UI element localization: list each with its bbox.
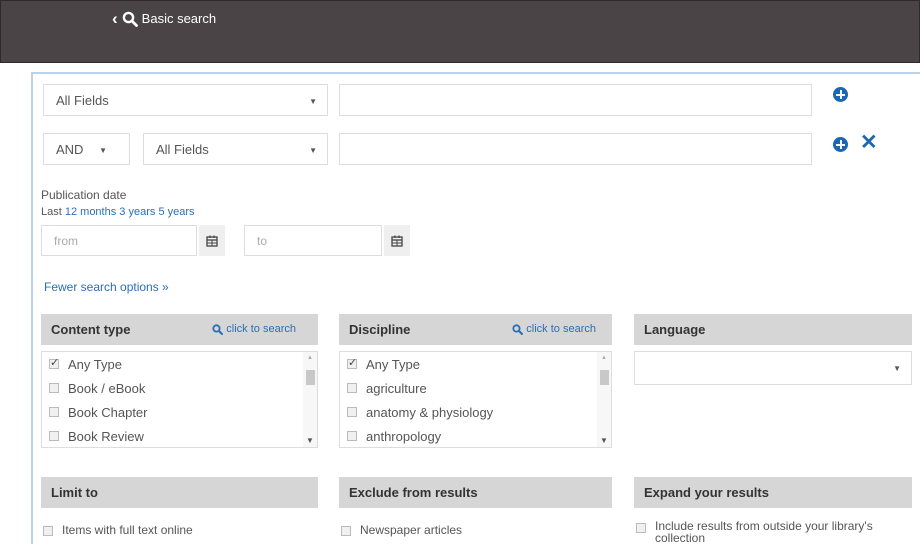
search-icon bbox=[212, 323, 224, 335]
search-icon bbox=[512, 323, 524, 335]
date-from-input[interactable]: from bbox=[41, 225, 197, 256]
list-item[interactable]: Book Review bbox=[42, 424, 317, 447]
scrollbar[interactable]: ▲ ▼ bbox=[303, 352, 317, 447]
calendar-glyph bbox=[206, 235, 218, 247]
checkbox[interactable] bbox=[43, 526, 53, 536]
list-item-label: agriculture bbox=[366, 380, 427, 396]
discipline-header: Discipline click to search bbox=[339, 314, 612, 345]
list-item[interactable]: Book Chapter bbox=[42, 400, 317, 424]
field-select-1-value: All Fields bbox=[56, 92, 109, 108]
calendar-glyph bbox=[391, 235, 403, 247]
top-bar: ‹ Basic search bbox=[0, 0, 920, 63]
last-label: Last bbox=[41, 206, 62, 218]
checkbox[interactable] bbox=[347, 383, 357, 393]
scroll-up-icon[interactable]: ▲ bbox=[307, 355, 313, 361]
checkbox[interactable] bbox=[49, 407, 59, 417]
publication-date-label: Publication date bbox=[41, 188, 127, 202]
checkbox[interactable] bbox=[347, 356, 357, 369]
exclude-title: Exclude from results bbox=[349, 485, 478, 500]
full-text-online-label: Items with full text online bbox=[62, 523, 193, 537]
list-item-label: Book Chapter bbox=[68, 404, 148, 420]
scroll-down-icon[interactable]: ▼ bbox=[306, 436, 314, 445]
checkbox[interactable] bbox=[341, 526, 351, 536]
exclude-header: Exclude from results bbox=[339, 477, 612, 508]
list-item[interactable]: agriculture bbox=[340, 376, 611, 400]
list-item-label: anatomy & physiology bbox=[366, 404, 494, 420]
fewer-search-options-link[interactable]: Fewer search options » bbox=[44, 280, 169, 294]
checkbox[interactable] bbox=[347, 407, 357, 417]
language-header: Language bbox=[634, 314, 912, 345]
checkbox[interactable] bbox=[347, 431, 357, 441]
basic-search-label: Basic search bbox=[141, 11, 217, 26]
list-item[interactable]: anatomy & physiology bbox=[340, 400, 611, 424]
date-to-input[interactable]: to bbox=[244, 225, 382, 256]
language-title: Language bbox=[644, 322, 706, 337]
last-3-years-link[interactable]: 3 years bbox=[119, 206, 155, 218]
remove-row-icon[interactable]: ✕ bbox=[860, 132, 878, 153]
newspaper-articles-option[interactable]: Newspaper articles bbox=[341, 523, 609, 537]
operator-select[interactable]: AND ▼ bbox=[43, 133, 130, 165]
basic-search-link[interactable]: ‹ Basic search bbox=[112, 10, 216, 27]
calendar-icon[interactable] bbox=[199, 225, 225, 256]
list-item-label: Any Type bbox=[366, 356, 420, 372]
field-select-2-value: All Fields bbox=[156, 141, 209, 157]
content-type-search-link[interactable]: click to search bbox=[212, 323, 296, 335]
content-type-header: Content type click to search bbox=[41, 314, 318, 345]
outside-collection-label: Include results from outside your librar… bbox=[655, 519, 873, 544]
list-item-label: Book Review bbox=[68, 428, 144, 444]
list-item-label: anthropology bbox=[366, 428, 442, 444]
checkbox[interactable] bbox=[49, 356, 59, 369]
limit-to-title: Limit to bbox=[51, 485, 98, 500]
list-item[interactable]: Book / eBook bbox=[42, 376, 317, 400]
language-select[interactable]: ▼ bbox=[634, 351, 912, 385]
caret-down-icon: ▼ bbox=[99, 146, 107, 155]
field-select-2[interactable]: All Fields ▼ bbox=[143, 133, 328, 165]
last-12-months-link[interactable]: 12 months bbox=[65, 206, 116, 218]
discipline-list[interactable]: Any Type agriculture anatomy & physiolog… bbox=[339, 351, 612, 448]
search-term-input-2[interactable] bbox=[339, 133, 812, 165]
search-icon bbox=[122, 11, 138, 27]
content-type-list[interactable]: Any Type Book / eBook Book Chapter Book … bbox=[41, 351, 318, 448]
content-type-title: Content type bbox=[51, 322, 131, 337]
list-item-label: Any Type bbox=[68, 356, 122, 372]
list-item[interactable]: anthropology bbox=[340, 424, 611, 447]
discipline-search-link[interactable]: click to search bbox=[512, 323, 596, 335]
newspaper-articles-label: Newspaper articles bbox=[360, 523, 463, 537]
limit-to-header: Limit to bbox=[41, 477, 318, 508]
outside-collection-option[interactable]: Include results from outside your librar… bbox=[636, 520, 912, 544]
scroll-thumb[interactable] bbox=[600, 370, 609, 385]
search-term-input-1[interactable] bbox=[339, 84, 812, 116]
scroll-thumb[interactable] bbox=[306, 370, 315, 385]
discipline-search-label: click to search bbox=[526, 323, 596, 335]
date-range-options: Last 12 months 3 years 5 years bbox=[41, 206, 195, 218]
add-row-icon[interactable] bbox=[833, 137, 848, 152]
last-5-years-link[interactable]: 5 years bbox=[158, 206, 194, 218]
operator-select-value: AND bbox=[56, 141, 84, 157]
checkbox[interactable] bbox=[49, 431, 59, 441]
expand-title: Expand your results bbox=[644, 485, 769, 500]
scroll-up-icon[interactable]: ▲ bbox=[601, 355, 607, 361]
expand-header: Expand your results bbox=[634, 477, 912, 508]
chevron-left-icon: ‹ bbox=[112, 9, 118, 28]
caret-down-icon: ▼ bbox=[309, 97, 317, 106]
add-row-icon[interactable] bbox=[833, 87, 848, 102]
list-item[interactable]: Any Type bbox=[340, 352, 611, 376]
calendar-icon[interactable] bbox=[384, 225, 410, 256]
checkbox[interactable] bbox=[636, 523, 646, 533]
scrollbar[interactable]: ▲ ▼ bbox=[597, 352, 611, 447]
list-item[interactable]: Any Type bbox=[42, 352, 317, 376]
content-type-search-label: click to search bbox=[226, 323, 296, 335]
full-text-online-option[interactable]: Items with full text online bbox=[43, 523, 313, 537]
caret-down-icon: ▼ bbox=[309, 146, 317, 155]
checkbox[interactable] bbox=[49, 383, 59, 393]
field-select-1[interactable]: All Fields ▼ bbox=[43, 84, 328, 116]
caret-down-icon: ▼ bbox=[893, 364, 901, 373]
discipline-title: Discipline bbox=[349, 322, 411, 337]
scroll-down-icon[interactable]: ▼ bbox=[600, 436, 608, 445]
list-item-label: Book / eBook bbox=[68, 380, 146, 396]
